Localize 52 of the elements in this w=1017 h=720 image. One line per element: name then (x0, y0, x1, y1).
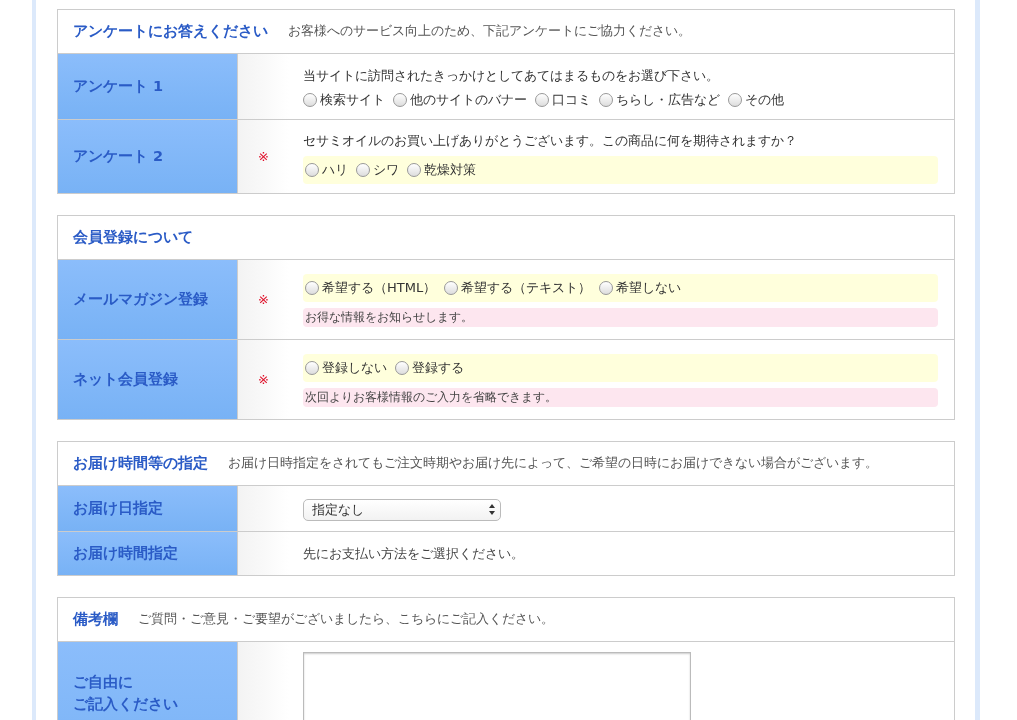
field-label: ご自由に (73, 673, 134, 692)
date-select[interactable]: 指定なし (303, 498, 501, 521)
hint-text: お得な情報をお知らせします。 (303, 308, 938, 327)
radio-button[interactable] (535, 92, 549, 107)
radio-button[interactable] (407, 162, 421, 177)
section-title: 備考欄 (73, 610, 118, 629)
question-text: 当サイトに訪問されたきっかけとしてあてはまるものをお選び下さい。 (303, 66, 720, 85)
field-label: メールマガジン登録 (58, 260, 238, 339)
section-note: お届け日時指定をされてもご注文時期やお届け先によって、ご希望の日時にお届けできない場合がございます。 (228, 455, 878, 472)
option-label[interactable]: 希望する（HTML） (322, 279, 437, 297)
question-text: セサミオイルのお買い上げありがとうございます。この商品に何を期待されますか？ (303, 131, 798, 150)
field-label: ネット会員登録 (58, 340, 238, 419)
section-title: アンケートにお答えください (73, 22, 268, 41)
radio-button[interactable] (393, 92, 407, 107)
option-label[interactable]: 登録する (412, 359, 464, 377)
option-label[interactable]: シワ (373, 160, 399, 179)
option-label[interactable]: その他 (745, 90, 784, 109)
radio-button[interactable] (356, 162, 370, 177)
section-title: お届け時間等の指定 (73, 454, 208, 473)
required-mark: ※ (258, 372, 269, 387)
option-label[interactable]: 検索サイト (320, 90, 385, 109)
radio-button[interactable] (599, 92, 613, 107)
info-text: 先にお支払い方法をご選択ください。 (303, 546, 525, 563)
field-label: お届け時間指定 (58, 532, 238, 575)
section-note: お客様へのサービス向上のため、下記アンケートにご協力ください。 (288, 23, 691, 40)
field-label: アンケート 2 (58, 120, 238, 193)
radio-button[interactable] (305, 281, 319, 295)
select-value: 指定なし (312, 500, 364, 519)
field-label: お届け日指定 (58, 486, 238, 531)
section-title: 会員登録について (73, 228, 193, 247)
option-label[interactable]: 希望する（テキスト） (461, 279, 592, 297)
option-label[interactable]: 他のサイトのバナー (410, 90, 527, 109)
dropdown-arrows-icon (489, 504, 495, 515)
option-label[interactable]: ハリ (322, 160, 348, 179)
radio-button[interactable] (303, 92, 317, 107)
radio-button[interactable] (444, 281, 459, 295)
required-mark: ※ (258, 149, 269, 164)
option-label[interactable]: 希望しない (616, 279, 682, 297)
field-label: ご記入ください (73, 694, 179, 714)
radio-button[interactable] (728, 92, 742, 107)
option-label[interactable]: 登録しない (322, 359, 387, 377)
field-label: アンケート 1 (58, 54, 238, 119)
required-mark: ※ (258, 292, 269, 307)
radio-button[interactable] (305, 162, 319, 177)
radio-button[interactable] (599, 281, 614, 295)
radio-button[interactable] (395, 361, 409, 375)
option-label[interactable]: 口コミ (552, 90, 591, 109)
option-label[interactable]: ちらし・広告など (616, 90, 720, 109)
radio-button[interactable] (305, 361, 319, 375)
section-note: ご質問・ご意見・ご要望がございましたら、こちらにご記入ください。 (138, 611, 554, 628)
option-label[interactable]: 乾燥対策 (424, 160, 476, 179)
hint-text: 次回よりお客様情報のご入力を省略できます。 (303, 388, 938, 407)
